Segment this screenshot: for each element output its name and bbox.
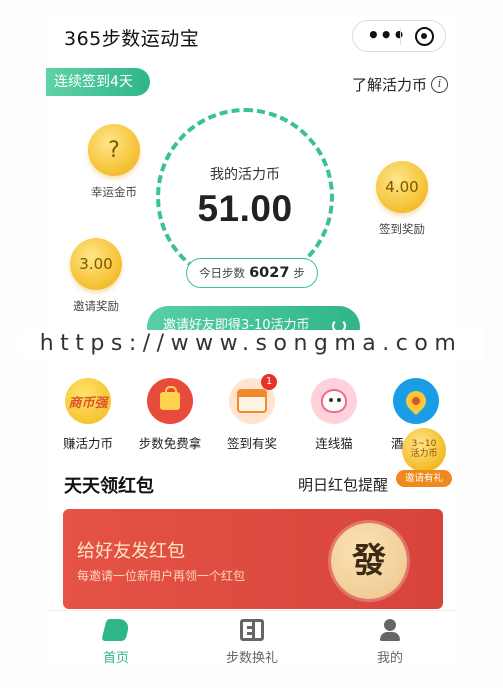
checkin-reward-coin[interactable]: 4.00 签到奖励 xyxy=(376,161,428,237)
feature-checkin-reward[interactable]: 1 签到有奖 xyxy=(212,374,292,452)
lucky-coin[interactable]: ? 幸运金币 xyxy=(88,124,140,200)
invite-gift-float[interactable]: 3~10 活力币 邀请有礼 xyxy=(396,428,452,500)
vitality-ring-content[interactable]: 我的活力币 51.00 xyxy=(164,116,326,278)
steps-unit: 步 xyxy=(293,266,305,280)
feature-label: 赚活力币 xyxy=(62,436,113,451)
target-circle-icon[interactable] xyxy=(415,27,434,46)
steps-value: 6027 xyxy=(249,265,290,281)
more-dots-icon[interactable]: ••• xyxy=(367,21,405,51)
lucky-coin-icon: ? xyxy=(88,124,140,176)
cat-icon xyxy=(311,378,357,424)
shoe-icon xyxy=(101,619,131,641)
learn-vitality-coin-link[interactable]: 了解活力币 i xyxy=(352,74,448,95)
tab-label: 首页 xyxy=(102,651,129,666)
checkin-streak-badge[interactable]: 连续签到4天 xyxy=(46,68,150,96)
feature-link-cat[interactable]: 连线猫 xyxy=(294,378,374,452)
shopping-bag-icon xyxy=(147,378,193,424)
red-card-subtitle: 每邀请一位新用户再领一个红包 xyxy=(77,569,246,583)
watermark-url: https://www.songma.com xyxy=(18,330,484,358)
send-red-packet-card[interactable]: 给好友发红包 每邀请一位新用户再领一个红包 發 xyxy=(63,509,443,609)
feature-earn-coins[interactable]: 商币强 赚活力币 xyxy=(48,378,128,452)
invite-reward-label: 邀请奖励 xyxy=(73,299,119,313)
coin-earn-icon: 商币强 xyxy=(65,378,111,424)
calendar-icon: 1 xyxy=(229,374,277,424)
tomorrow-reminder-link[interactable]: 明日红包提醒 xyxy=(298,474,388,495)
invite-gift-range: 3~10 xyxy=(411,439,437,449)
lucky-coin-label: 幸运金币 xyxy=(91,185,137,199)
exchange-icon xyxy=(240,619,264,641)
capsule-divider xyxy=(400,28,401,45)
invite-reward-coin[interactable]: 3.00 邀请奖励 xyxy=(70,238,122,314)
tab-label: 我的 xyxy=(376,651,403,666)
mini-program-capsule: ••• xyxy=(352,20,446,52)
vitality-coin-area: 连续签到4天 了解活力币 i ? 幸运金币 4.00 签到奖励 3.00 邀请奖… xyxy=(46,58,458,348)
device-frame: 365步数运动宝 ••• 连续签到4天 了解活力币 i ? 幸运金币 4.00 … xyxy=(0,0,503,688)
daily-red-packet-title: 天天领红包 xyxy=(64,476,154,497)
invite-gift-unit: 活力币 xyxy=(410,449,438,459)
notification-badge: 1 xyxy=(261,374,277,390)
red-card-title: 给好友发红包 xyxy=(77,541,185,562)
app-title: 365步数运动宝 xyxy=(64,28,200,50)
invite-gift-coin-icon: 3~10 活力币 xyxy=(402,428,446,472)
feature-steps-free[interactable]: 步数免费拿 xyxy=(130,378,210,452)
fa-coin-icon[interactable]: 發 xyxy=(331,523,407,599)
steps-label: 今日步数 xyxy=(199,266,246,280)
tab-label: 步数换礼 xyxy=(225,651,278,666)
tab-mine[interactable]: 我的 xyxy=(340,619,440,666)
bottom-tab-bar: 首页 步数换礼 我的 xyxy=(46,610,458,666)
info-icon: i xyxy=(431,76,448,93)
app-header: 365步数运动宝 ••• xyxy=(46,14,458,58)
vitality-value: 51.00 xyxy=(197,188,293,229)
location-pin-icon xyxy=(393,378,439,424)
feature-label: 连线猫 xyxy=(315,436,353,451)
today-steps-pill[interactable]: 今日步数 6027 步 xyxy=(186,258,318,288)
feature-icon-row: 商币强 赚活力币 步数免费拿 1 签到有奖 连线猫 酒店机票 xyxy=(46,374,458,454)
checkin-reward-label: 签到奖励 xyxy=(379,222,425,236)
checkin-reward-coin-icon: 4.00 xyxy=(376,161,428,213)
learn-link-label: 了解活力币 xyxy=(351,76,427,94)
vitality-title: 我的活力币 xyxy=(210,167,280,183)
feature-label: 步数免费拿 xyxy=(138,436,202,451)
person-icon xyxy=(378,619,402,641)
tab-step-exchange[interactable]: 步数换礼 xyxy=(202,619,302,666)
invite-reward-coin-icon: 3.00 xyxy=(70,238,122,290)
feature-label: 签到有奖 xyxy=(226,436,277,451)
invite-gift-tag: 邀请有礼 xyxy=(396,470,452,487)
tab-home[interactable]: 首页 xyxy=(66,619,166,666)
